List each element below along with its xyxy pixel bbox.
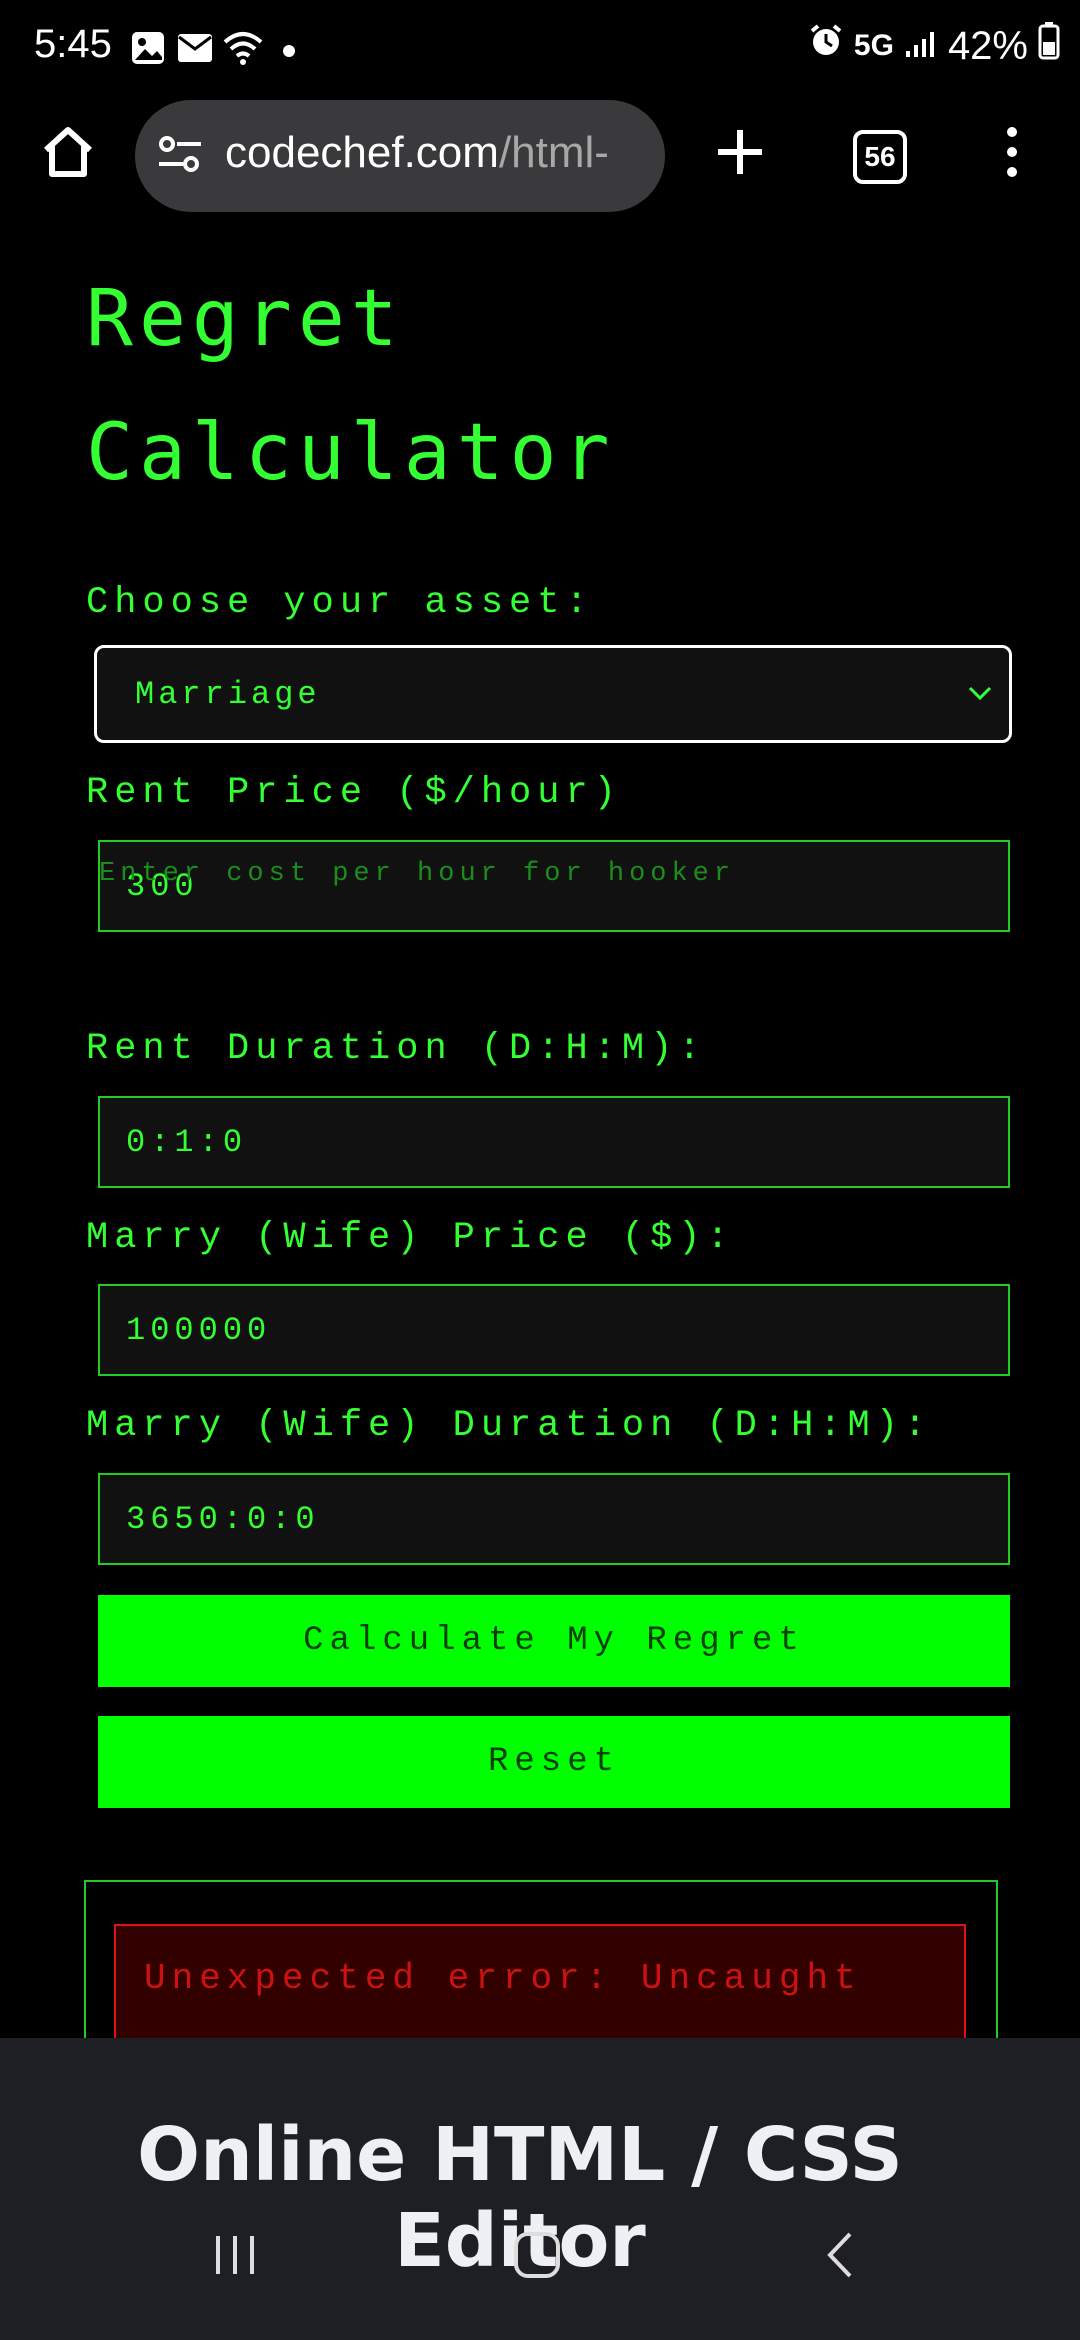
back-button[interactable] xyxy=(820,2230,860,2285)
home-button[interactable] xyxy=(38,122,98,182)
rent-duration-input[interactable] xyxy=(98,1096,1010,1188)
asset-select-value: Marriage xyxy=(135,676,321,713)
status-time: 5:45 xyxy=(34,22,112,66)
tabs-button[interactable]: 56 xyxy=(853,130,907,184)
home-nav-icon xyxy=(514,2232,560,2278)
chevron-down-icon xyxy=(965,678,995,713)
alarm-icon xyxy=(808,23,844,69)
bottom-banner: Online HTML / CSS Editor xyxy=(0,2038,1080,2340)
page-title: Regret Calculator xyxy=(86,252,616,520)
battery-icon xyxy=(1038,22,1060,70)
marry-duration-input[interactable] xyxy=(98,1473,1010,1565)
back-icon xyxy=(827,2232,852,2278)
recents-icon xyxy=(216,2236,254,2274)
marry-duration-label: Marry (Wife) Duration (D:H:M): xyxy=(86,1405,933,1447)
url-domain: codechef.com xyxy=(225,128,499,177)
marry-price-label: Marry (Wife) Price ($): xyxy=(86,1217,735,1259)
mail-icon xyxy=(177,33,213,68)
network-label: 5G xyxy=(853,29,894,62)
reset-button[interactable]: Reset xyxy=(98,1716,1010,1808)
plus-icon xyxy=(718,130,762,174)
asset-label: Choose your asset: xyxy=(86,582,594,624)
image-icon xyxy=(130,30,166,71)
error-text: Unexpected error: Uncaught xyxy=(144,1958,862,1999)
site-settings-icon[interactable] xyxy=(157,130,203,185)
more-menu-button[interactable] xyxy=(995,122,1029,182)
page-content: Regret Calculator Choose your asset: Mar… xyxy=(0,212,1080,2038)
url-bar[interactable]: codechef.com/html- xyxy=(135,100,665,212)
dot-icon xyxy=(283,44,295,62)
error-box: Unexpected error: Uncaught xyxy=(114,1924,966,2038)
status-bar: 5:45 5G 42% xyxy=(0,0,1080,100)
home-icon xyxy=(43,127,93,177)
rent-duration-label: Rent Duration (D:H:M): xyxy=(86,1028,707,1070)
url-text: codechef.com/html- xyxy=(225,128,655,178)
battery-label: 42% xyxy=(947,23,1028,68)
page-title-line2: Calculator xyxy=(86,408,616,498)
url-path: /html- xyxy=(498,128,609,177)
browser-toolbar: codechef.com/html- 56 xyxy=(0,100,1080,212)
calculate-button[interactable]: Calculate My Regret xyxy=(98,1595,1010,1687)
more-vert-icon xyxy=(1007,127,1017,177)
status-right: 5G 42% xyxy=(808,22,1060,70)
rent-price-hint: Enter cost per hour for hooker xyxy=(99,859,736,889)
signal-icon xyxy=(904,24,938,69)
rent-price-label: Rent Price ($/hour) xyxy=(86,772,622,814)
home-nav-button[interactable] xyxy=(512,2230,562,2285)
asset-select[interactable]: Marriage xyxy=(94,645,1012,743)
wifi-icon xyxy=(222,30,264,71)
page-title-line1: Regret xyxy=(86,274,404,364)
marry-price-input[interactable] xyxy=(98,1284,1010,1376)
new-tab-button[interactable] xyxy=(710,122,770,182)
recents-button[interactable] xyxy=(212,2230,258,2285)
